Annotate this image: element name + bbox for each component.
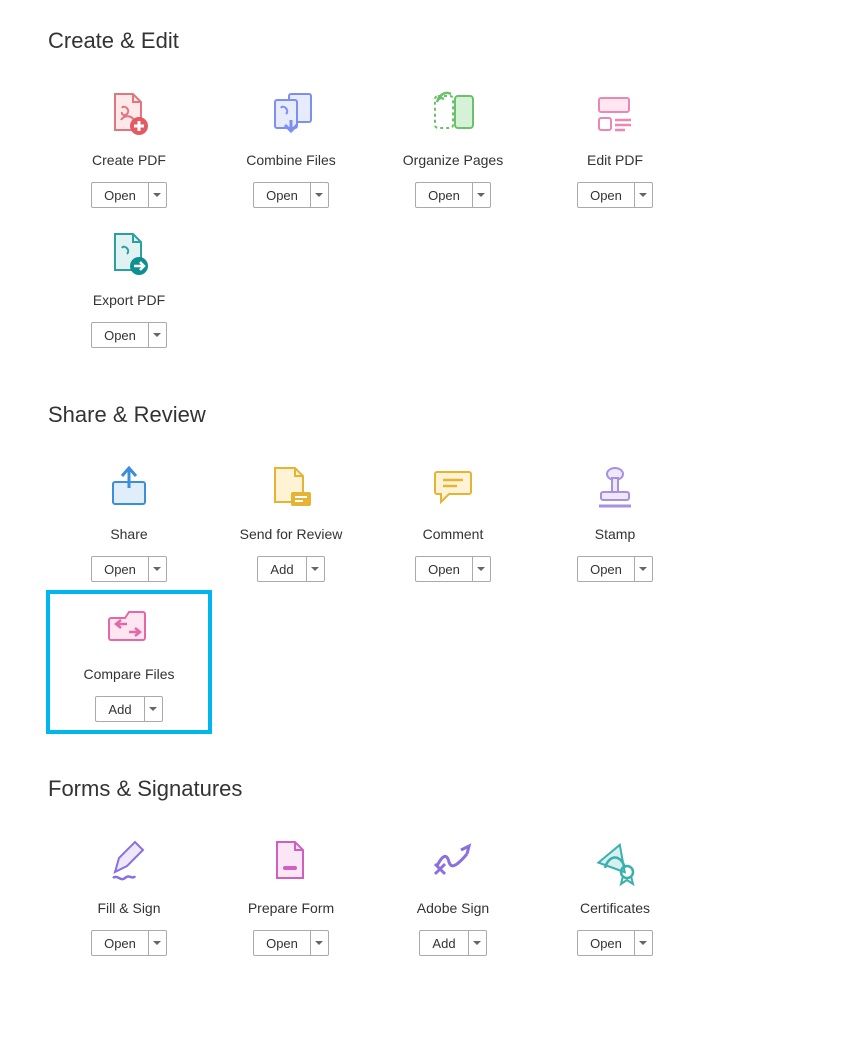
chevron-down-icon[interactable] xyxy=(468,931,486,955)
tool-card[interactable]: Stamp Open xyxy=(534,452,696,592)
tool-card[interactable]: Organize Pages Open xyxy=(372,78,534,218)
tool-action-button[interactable]: Add xyxy=(258,557,305,581)
tool-card[interactable]: Fill & Sign Open xyxy=(48,826,210,966)
tool-action-split-button[interactable]: Add xyxy=(419,930,486,956)
tool-label: Fill & Sign xyxy=(97,900,160,916)
tool-action-button[interactable]: Open xyxy=(92,183,148,207)
tool-action-split-button[interactable]: Add xyxy=(95,696,162,722)
tool-action-button[interactable]: Open xyxy=(254,931,310,955)
tool-card[interactable]: Adobe Sign Add xyxy=(372,826,534,966)
chevron-down-icon[interactable] xyxy=(310,183,328,207)
tool-grid: Create PDFOpenCombine FilesOpenOrganize … xyxy=(48,78,817,358)
tool-card[interactable]: Comment Open xyxy=(372,452,534,592)
edit-pdf-icon xyxy=(591,86,639,142)
tool-section: Share & Review Share Open Send for Review Ad… xyxy=(48,402,817,732)
chevron-down-icon[interactable] xyxy=(472,183,490,207)
prepare-form-icon xyxy=(267,834,315,890)
organize-pages-icon xyxy=(429,86,477,142)
tool-card[interactable]: Combine Files Open xyxy=(210,78,372,218)
tool-action-split-button[interactable]: Open xyxy=(577,930,653,956)
tool-action-split-button[interactable]: Open xyxy=(415,556,491,582)
create-pdf-icon xyxy=(105,86,153,142)
tool-action-button[interactable]: Open xyxy=(92,323,148,347)
tool-action-button[interactable]: Add xyxy=(420,931,467,955)
chevron-down-icon[interactable] xyxy=(148,931,166,955)
tool-action-button[interactable]: Open xyxy=(92,931,148,955)
tool-action-split-button[interactable]: Open xyxy=(577,556,653,582)
tool-action-split-button[interactable]: Open xyxy=(91,322,167,348)
tool-card[interactable]: Prepare Form Open xyxy=(210,826,372,966)
tool-action-button[interactable]: Open xyxy=(92,557,148,581)
tool-label: Export PDF xyxy=(93,292,165,308)
tool-card[interactable]: Compare Files Add xyxy=(48,592,210,732)
tool-label: Create PDF xyxy=(92,152,166,168)
tool-action-button[interactable]: Open xyxy=(416,557,472,581)
tool-action-split-button[interactable]: Open xyxy=(91,556,167,582)
chevron-down-icon[interactable] xyxy=(310,931,328,955)
tool-label: Share xyxy=(110,526,147,542)
chevron-down-icon[interactable] xyxy=(148,323,166,347)
tool-label: Comment xyxy=(423,526,484,542)
tool-action-split-button[interactable]: Open xyxy=(577,182,653,208)
tool-card[interactable]: Create PDF Open xyxy=(48,78,210,218)
chevron-down-icon[interactable] xyxy=(306,557,324,581)
chevron-down-icon[interactable] xyxy=(634,931,652,955)
tool-action-split-button[interactable]: Open xyxy=(253,930,329,956)
chevron-down-icon[interactable] xyxy=(144,697,162,721)
chevron-down-icon[interactable] xyxy=(634,557,652,581)
tool-label: Send for Review xyxy=(240,526,343,542)
comment-icon xyxy=(429,460,477,516)
tool-action-split-button[interactable]: Open xyxy=(415,182,491,208)
tool-label: Combine Files xyxy=(246,152,335,168)
tool-label: Stamp xyxy=(595,526,635,542)
section-title: Create & Edit xyxy=(48,28,817,54)
stamp-icon xyxy=(591,460,639,516)
tool-action-split-button[interactable]: Open xyxy=(253,182,329,208)
tool-label: Certificates xyxy=(580,900,650,916)
tool-card[interactable]: Edit PDF Open xyxy=(534,78,696,218)
tool-action-split-button[interactable]: Open xyxy=(91,182,167,208)
section-title: Share & Review xyxy=(48,402,817,428)
compare-files-icon xyxy=(105,600,153,656)
chevron-down-icon[interactable] xyxy=(472,557,490,581)
adobe-sign-icon xyxy=(429,834,477,890)
tool-card[interactable]: Share Open xyxy=(48,452,210,592)
tool-action-button[interactable]: Open xyxy=(578,931,634,955)
export-pdf-icon xyxy=(105,226,153,282)
tool-card[interactable]: Export PDF Open xyxy=(48,218,210,358)
tool-grid: Fill & Sign Open Prepare Form Open Adobe Sig… xyxy=(48,826,817,966)
tool-action-button[interactable]: Add xyxy=(96,697,143,721)
tool-action-split-button[interactable]: Add xyxy=(257,556,324,582)
tool-grid: ShareOpenSend for ReviewAddCommentOpenSt… xyxy=(48,452,817,732)
chevron-down-icon[interactable] xyxy=(634,183,652,207)
tool-label: Organize Pages xyxy=(403,152,503,168)
tool-card[interactable]: Send for Review Add xyxy=(210,452,372,592)
fill-sign-icon xyxy=(105,834,153,890)
tool-label: Adobe Sign xyxy=(417,900,489,916)
tool-card[interactable]: Certificates Open xyxy=(534,826,696,966)
chevron-down-icon[interactable] xyxy=(148,557,166,581)
tool-action-button[interactable]: Open xyxy=(254,183,310,207)
tool-section: Forms & SignaturesFill & SignOpenPrepare… xyxy=(48,776,817,966)
share-icon xyxy=(105,460,153,516)
section-title: Forms & Signatures xyxy=(48,776,817,802)
send-review-icon xyxy=(267,460,315,516)
combine-files-icon xyxy=(267,86,315,142)
chevron-down-icon[interactable] xyxy=(148,183,166,207)
tool-action-split-button[interactable]: Open xyxy=(91,930,167,956)
tool-action-button[interactable]: Open xyxy=(578,183,634,207)
tool-label: Compare Files xyxy=(83,666,174,682)
tool-section: Create & EditCreate PDFOpenCombine Files… xyxy=(48,28,817,358)
tool-label: Prepare Form xyxy=(248,900,334,916)
certificates-icon xyxy=(591,834,639,890)
tool-label: Edit PDF xyxy=(587,152,643,168)
tool-action-button[interactable]: Open xyxy=(416,183,472,207)
tool-action-button[interactable]: Open xyxy=(578,557,634,581)
